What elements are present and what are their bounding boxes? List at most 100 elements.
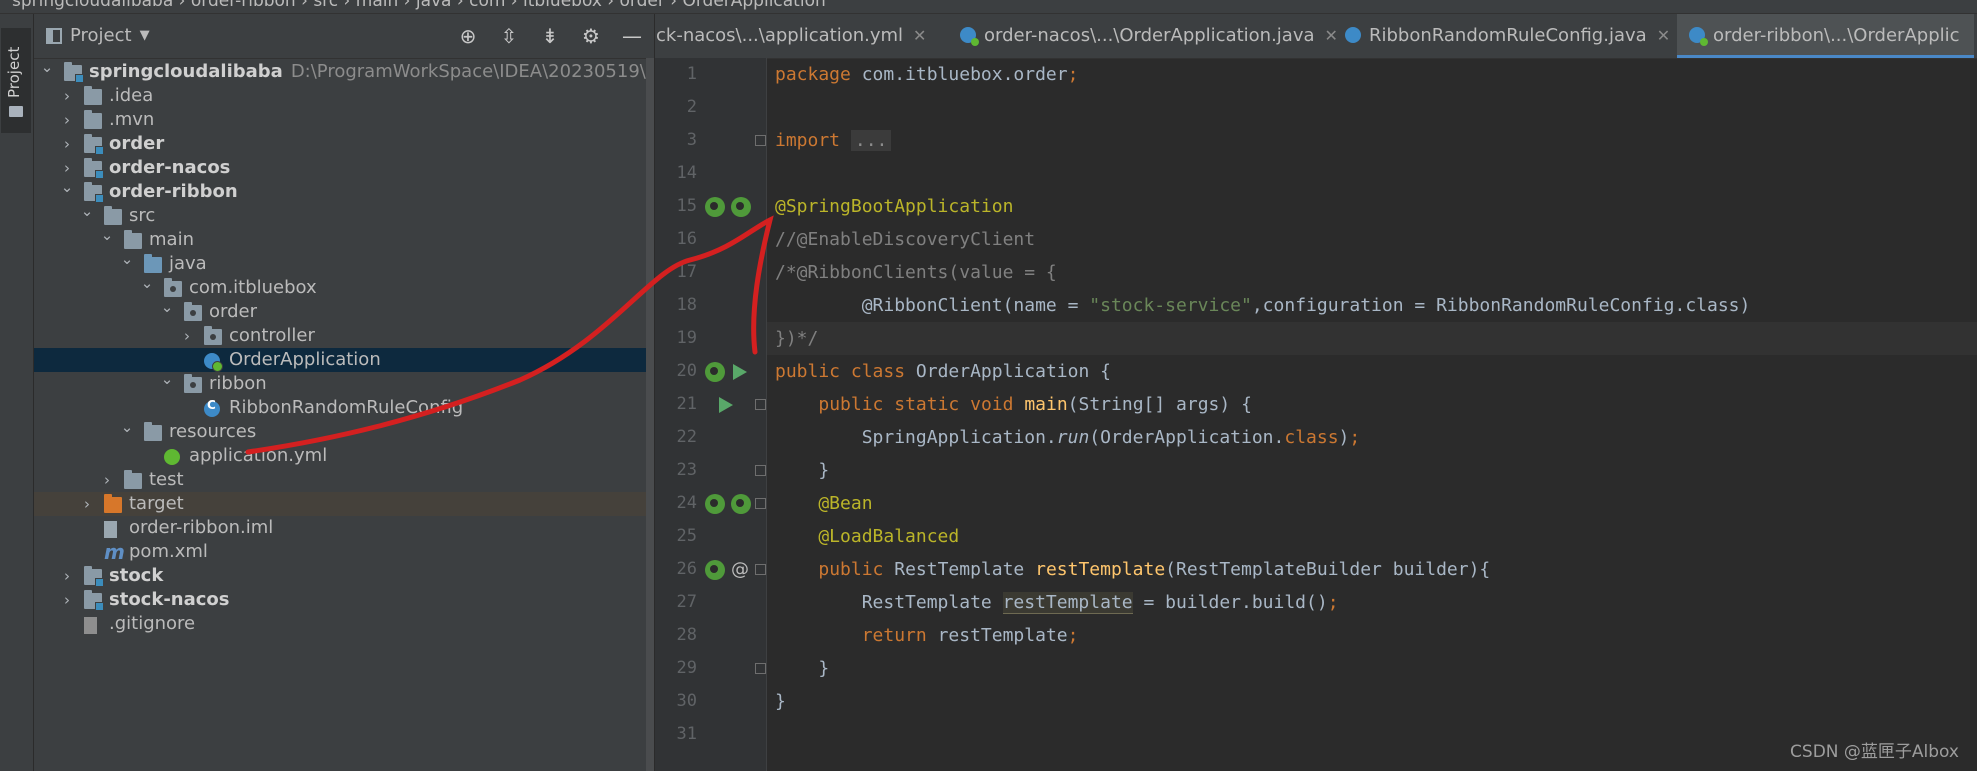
- tree-item[interactable]: › .mvn: [34, 108, 654, 132]
- chevron-right-icon[interactable]: ›: [60, 564, 74, 588]
- code-line[interactable]: })*/: [767, 322, 1977, 355]
- tree-item-label: com.itbluebox: [189, 277, 317, 298]
- tree-item[interactable]: ⌄ order-ribbon: [34, 178, 654, 204]
- tree-item[interactable]: › test: [34, 468, 654, 492]
- editor-tab[interactable]: order-ribbon\...\OrderApplic: [1677, 14, 1974, 58]
- run-icon[interactable]: [733, 364, 747, 380]
- navigation-bar: springcloudalibaba › order-ribbon › src …: [0, 0, 1977, 14]
- breadcrumb[interactable]: springcloudalibaba › order-ribbon › src …: [12, 0, 826, 11]
- project-tool-tab[interactable]: Project: [1, 28, 31, 133]
- chevron-down-icon[interactable]: ⌄: [120, 415, 134, 439]
- breadcrumb-item[interactable]: com: [469, 0, 505, 11]
- fold-marker-icon[interactable]: [755, 135, 766, 146]
- tree-item[interactable]: ⌄ resources: [34, 418, 654, 444]
- code-line[interactable]: import ...: [775, 124, 892, 157]
- spring-bean-icon[interactable]: [705, 362, 725, 382]
- fold-marker-icon[interactable]: [755, 399, 766, 410]
- breadcrumb-item[interactable]: main: [356, 0, 398, 11]
- settings-icon[interactable]: ⚙: [579, 24, 603, 48]
- tree-item[interactable]: OrderApplication: [34, 348, 654, 372]
- editor-tab[interactable]: RibbonRandomRuleConfig.java ✕: [1333, 14, 1684, 58]
- panel-scrollbar[interactable]: [646, 58, 654, 771]
- close-icon[interactable]: ✕: [1657, 26, 1670, 45]
- code-line[interactable]: }: [775, 652, 829, 685]
- code-line[interactable]: }: [775, 685, 786, 718]
- breadcrumb-item[interactable]: java: [416, 0, 452, 11]
- chevron-right-icon[interactable]: ›: [180, 324, 194, 348]
- collapse-all-icon[interactable]: ⇟: [538, 24, 562, 48]
- fold-marker-icon[interactable]: [755, 465, 766, 476]
- chevron-right-icon[interactable]: ›: [60, 84, 74, 108]
- tree-item[interactable]: m pom.xml: [34, 540, 654, 564]
- code-line[interactable]: @Bean: [775, 487, 872, 520]
- chevron-down-icon[interactable]: ⌄: [160, 295, 174, 319]
- project-view-selector[interactable]: Project ▼: [46, 25, 150, 46]
- spring-bean-icon[interactable]: [705, 197, 725, 217]
- chevron-down-icon[interactable]: ⌄: [100, 223, 114, 247]
- tree-item[interactable]: ⌄ order: [34, 298, 654, 324]
- code-line[interactable]: @SpringBootApplication: [775, 190, 1013, 223]
- tree-item[interactable]: ⌄ springcloudalibaba D:\ProgramWorkSpace\I…: [34, 58, 654, 84]
- close-icon[interactable]: ✕: [913, 26, 926, 45]
- code-line[interactable]: RestTemplate restTemplate = builder.buil…: [775, 586, 1339, 619]
- code-line[interactable]: return restTemplate;: [775, 619, 1079, 652]
- chevron-down-icon[interactable]: ⌄: [40, 55, 54, 79]
- code-line[interactable]: @LoadBalanced: [775, 520, 959, 553]
- breadcrumb-item[interactable]: OrderApplication: [682, 0, 825, 11]
- run-icon[interactable]: [719, 397, 733, 413]
- breadcrumb-item[interactable]: src: [313, 0, 338, 11]
- implemented-icon[interactable]: @: [731, 560, 751, 580]
- code-line[interactable]: SpringApplication.run(OrderApplication.c…: [775, 421, 1361, 454]
- line-number: 31: [676, 724, 697, 744]
- tree-item[interactable]: › stock-nacos: [34, 588, 654, 612]
- editor-tab[interactable]: order-nacos\...\OrderApplication.java ✕: [948, 14, 1352, 58]
- spring-bean-icon[interactable]: [705, 494, 725, 514]
- chevron-right-icon[interactable]: ›: [60, 132, 74, 156]
- spring-boot-icon[interactable]: [731, 494, 751, 514]
- breadcrumb-item[interactable]: order-ribbon: [191, 0, 296, 11]
- tree-item[interactable]: › target: [34, 492, 654, 516]
- minimize-icon[interactable]: —: [620, 24, 644, 48]
- code-line[interactable]: package com.itbluebox.order;: [775, 58, 1078, 91]
- tree-item[interactable]: ⌄ ribbon: [34, 370, 654, 396]
- code-line[interactable]: /*@RibbonClients(value = {: [775, 256, 1057, 289]
- tree-item[interactable]: › controller: [34, 324, 654, 348]
- spring-bean-icon[interactable]: [705, 560, 725, 580]
- code-line[interactable]: public class OrderApplication {: [775, 355, 1111, 388]
- tree-item[interactable]: .gitignore: [34, 612, 654, 636]
- fold-marker-icon[interactable]: [755, 498, 766, 509]
- code-line[interactable]: //@EnableDiscoveryClient: [775, 223, 1035, 256]
- spring-boot-icon[interactable]: [731, 197, 751, 217]
- tree-item[interactable]: order-ribbon.iml: [34, 516, 654, 540]
- tree-item[interactable]: application.yml: [34, 444, 654, 468]
- chevron-down-icon[interactable]: ⌄: [60, 175, 74, 199]
- fold-marker-icon[interactable]: [755, 663, 766, 674]
- tree-item[interactable]: › stock: [34, 564, 654, 588]
- code-line[interactable]: public static void main(String[] args) {: [775, 388, 1252, 421]
- breadcrumb-item[interactable]: itbluebox: [523, 0, 602, 11]
- tree-item[interactable]: ⌄ com.itbluebox: [34, 274, 654, 300]
- chevron-right-icon[interactable]: ›: [60, 588, 74, 612]
- code-line[interactable]: public RestTemplate restTemplate(RestTem…: [775, 553, 1490, 586]
- locate-icon[interactable]: ⊕: [456, 24, 480, 48]
- fold-marker-icon[interactable]: [755, 564, 766, 575]
- breadcrumb-item[interactable]: springcloudalibaba: [12, 0, 173, 11]
- tree-item[interactable]: › order: [34, 132, 654, 156]
- breadcrumb-item[interactable]: order: [620, 0, 665, 11]
- chevron-down-icon[interactable]: ⌄: [80, 199, 94, 223]
- code-view[interactable]: package com.itbluebox.order; import ... @S…: [767, 58, 1977, 771]
- editor-tab[interactable]: ock-nacos\...\application.yml ✕: [655, 14, 940, 58]
- code-line[interactable]: @RibbonClient(name = "stock-service",con…: [775, 289, 1751, 322]
- expand-all-icon[interactable]: ⇳: [497, 24, 521, 48]
- tree-item[interactable]: › order-nacos: [34, 156, 654, 180]
- chevron-right-icon[interactable]: ›: [60, 108, 74, 132]
- code-line[interactable]: }: [775, 454, 829, 487]
- chevron-down-icon[interactable]: ⌄: [160, 367, 174, 391]
- chevron-right-icon[interactable]: ›: [80, 492, 94, 516]
- chevron-down-icon[interactable]: ⌄: [120, 247, 134, 271]
- tree-item[interactable]: ⌄ src: [34, 202, 654, 228]
- tree-item[interactable]: › .idea: [34, 84, 654, 108]
- tree-item[interactable]: ⌄ java: [34, 250, 654, 276]
- chevron-right-icon[interactable]: ›: [100, 468, 114, 492]
- chevron-down-icon[interactable]: ⌄: [140, 271, 154, 295]
